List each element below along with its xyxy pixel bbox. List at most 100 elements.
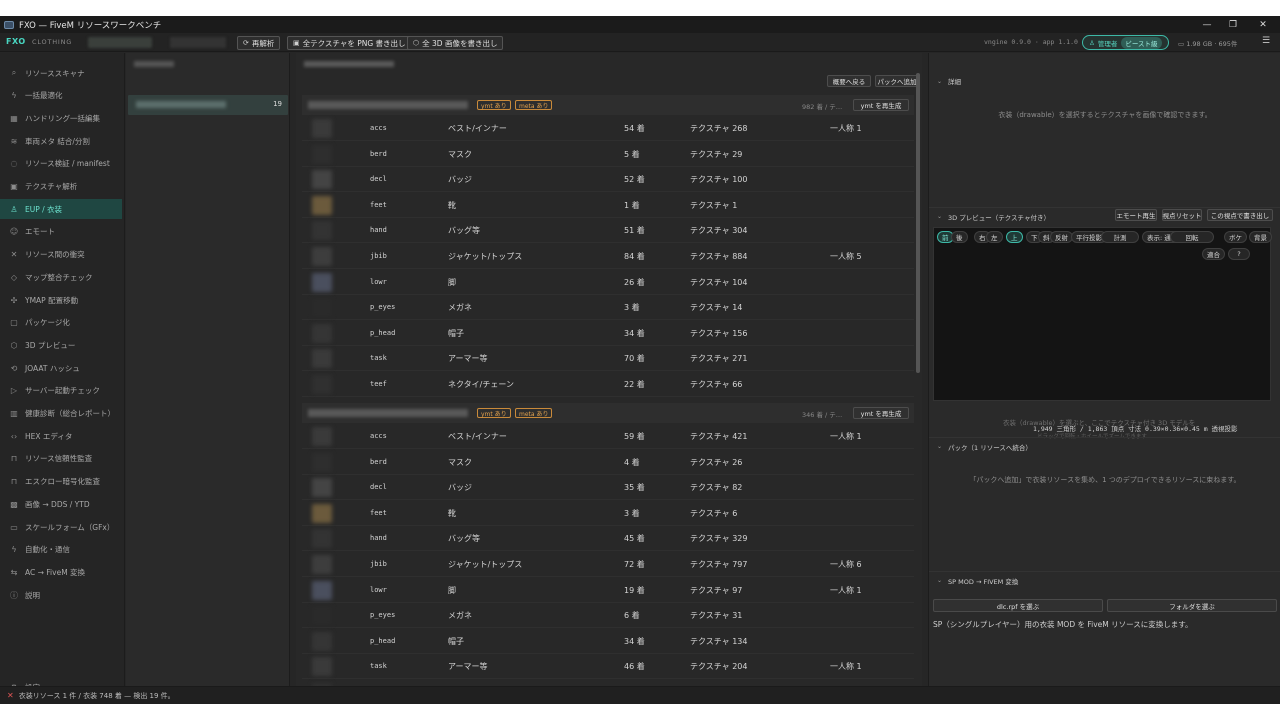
- texture-count: テクスチャ 204: [690, 662, 748, 672]
- nav-icon: ϟ: [11, 545, 17, 555]
- sidebar-item[interactable]: ✣ YMAP 配置移動: [0, 290, 122, 310]
- table-row[interactable]: feet 靴 1 着 テクスチャ 1: [302, 193, 914, 218]
- nav-icon: ♙: [10, 204, 18, 214]
- table-row[interactable]: teef ネクタイ/チェーン 22 着 テクスチャ 66: [302, 372, 914, 397]
- maximize-button[interactable]: ❐: [1216, 16, 1250, 33]
- table-row[interactable]: task アーマー等 70 着 テクスチャ 271: [302, 346, 914, 372]
- sidebar-item[interactable]: ⊓ リソース信頼性監査: [0, 449, 122, 469]
- sidebar-item[interactable]: ▦ ハンドリング一括編集: [0, 108, 122, 128]
- slot-code: teef: [370, 380, 387, 388]
- emote-play-button[interactable]: エモート再生: [1115, 209, 1157, 221]
- sidebar-item[interactable]: ⟲ JOAAT ハッシュ: [0, 358, 122, 378]
- nav-icon: ⬡: [10, 340, 18, 350]
- slot-name: 脚: [448, 585, 456, 595]
- texture-count: テクスチャ 97: [690, 585, 743, 595]
- view-chip[interactable]: 回転: [1170, 231, 1214, 243]
- table-row[interactable]: lowr 脚 26 着 テクスチャ 104: [302, 270, 914, 295]
- sidebar-item[interactable]: ☺ エモート: [0, 222, 122, 242]
- table-row[interactable]: berd マスク 4 着 テクスチャ 26: [302, 450, 914, 475]
- view-chip[interactable]: 上: [1006, 231, 1023, 243]
- sidebar-item-label: リソース間の衝突: [25, 250, 85, 260]
- sidebar-item[interactable]: ▣ テクスチャ解析: [0, 177, 122, 197]
- sidebar-item[interactable]: ⇆ AC → FiveM 変換: [0, 562, 122, 582]
- export-view-button[interactable]: この視点で書き出し: [1207, 209, 1273, 221]
- sidebar-item[interactable]: ϟ 自動化・通信: [0, 540, 122, 560]
- sidebar-item[interactable]: ▭ スケールフォーム（GFx）: [0, 517, 122, 537]
- table-row[interactable]: p_eyes メガネ 6 着 テクスチャ 31: [302, 603, 914, 629]
- sliders-icon[interactable]: ☰: [1262, 36, 1270, 46]
- sidebar-item[interactable]: ⓘ 説明: [0, 585, 122, 605]
- table-row[interactable]: accs ベスト/インナー 59 着 テクスチャ 421 一人称 1: [302, 424, 914, 449]
- view-chip[interactable]: ボケ: [1224, 231, 1247, 243]
- redacted-tab[interactable]: [170, 37, 226, 48]
- view-chip[interactable]: 左: [986, 231, 1003, 243]
- sidebar-item[interactable]: ◇ マップ整合チェック: [0, 267, 122, 287]
- table-row[interactable]: decl バッジ 52 着 テクスチャ 100: [302, 167, 914, 193]
- view-chip[interactable]: 適合: [1202, 248, 1225, 260]
- pack-section-header[interactable]: ⌄ パック（1 リソースへ統合）: [929, 437, 1280, 455]
- table-row[interactable]: decl バッジ 35 着 テクスチャ 82: [302, 475, 914, 501]
- detail-section-header[interactable]: ⌄ 詳細: [929, 72, 1280, 90]
- table-row[interactable]: p_eyes メガネ 3 着 テクスチャ 14: [302, 295, 914, 321]
- sidebar-item[interactable]: ▩ 画像 → DDS / YTD: [0, 494, 122, 514]
- admin-badge[interactable]: ♙ 管理者 ビースト級: [1082, 35, 1169, 50]
- sidebar-item-label: パッケージ化: [25, 318, 70, 328]
- view-chip[interactable]: ?: [1228, 248, 1250, 260]
- sidebar-item[interactable]: ♙ EUP / 衣装: [0, 199, 122, 220]
- table-row[interactable]: berd マスク 5 着 テクスチャ 29: [302, 142, 914, 167]
- redacted-tab[interactable]: [88, 37, 152, 48]
- sidebar-item[interactable]: ▢ パッケージ化: [0, 313, 122, 333]
- sidebar-item[interactable]: ⬡ 3D プレビュー: [0, 335, 122, 355]
- sidebar-item-label: 3D プレビュー: [25, 340, 76, 350]
- regen-ymt-button[interactable]: ymt を再生成: [853, 99, 909, 111]
- view-chip[interactable]: 反射: [1050, 231, 1073, 243]
- reanalyze-button[interactable]: ⟳ 再解析: [237, 36, 281, 50]
- table-row[interactable]: accs ベスト/インナー 54 着 テクスチャ 268 一人称 1: [302, 116, 914, 141]
- close-button[interactable]: ✕: [1246, 16, 1280, 33]
- regen-ymt-button[interactable]: ymt を再生成: [853, 407, 909, 419]
- table-row[interactable]: jbib ジャケット/トップス 84 着 テクスチャ 884 一人称 5: [302, 244, 914, 269]
- sidebar-item[interactable]: ϟ 一括最適化: [0, 86, 122, 106]
- sidebar-item[interactable]: ⊓ エスクロー暗号化監査: [0, 472, 122, 492]
- slot-name: 帽子: [448, 636, 464, 646]
- slot-name: ジャケット/トップス: [448, 560, 523, 569]
- slot-name: マスク: [448, 149, 472, 159]
- sidebar-item[interactable]: ▥ 健康診断（総合レポート）: [0, 404, 122, 424]
- slot-code: feet: [370, 508, 387, 517]
- choose-folder-button[interactable]: フォルダを選ぶ: [1107, 599, 1277, 612]
- choose-rpf-button[interactable]: dlc.rpf を選ぶ: [933, 599, 1103, 612]
- scrollbar[interactable]: [916, 73, 920, 373]
- table-row[interactable]: task アーマー等 46 着 テクスチャ 204 一人称 1: [302, 654, 914, 680]
- table-row[interactable]: hand バッグ等 51 着 テクスチャ 304: [302, 218, 914, 244]
- drawable-count: 54 着: [624, 124, 645, 133]
- sidebar-item[interactable]: ▷ サーバー起動チェック: [0, 381, 122, 401]
- sidebar-item[interactable]: ✕ リソース間の衝突: [0, 245, 122, 265]
- add-to-pack-button[interactable]: パックへ追加: [875, 75, 919, 87]
- table-row[interactable]: p_head 帽子 34 着 テクスチャ 156: [302, 321, 914, 346]
- 3d-viewport[interactable]: 前後右左上下斜反射 平行投影 計測 表示: 通常 回転 ボケ 背景 適合?: [933, 227, 1272, 401]
- table-row[interactable]: hand バッグ等 45 着 テクスチャ 329: [302, 526, 914, 552]
- back-to-overview-button[interactable]: 概要へ戻る: [827, 75, 871, 87]
- export-png-button[interactable]: ▣ 全テクスチャを PNG 書き出し: [287, 36, 412, 50]
- sidebar-item[interactable]: ≋ 車両メタ 結合/分割: [0, 131, 122, 151]
- resource-list-item[interactable]: 19: [128, 95, 288, 115]
- drawable-count: 46 着: [624, 662, 645, 672]
- sidebar-item-label: 健康診断（総合レポート）: [25, 409, 115, 418]
- table-row[interactable]: p_head 帽子 34 着 テクスチャ 134: [302, 629, 914, 654]
- group-name-redacted: [308, 409, 468, 417]
- view-chip[interactable]: 背景: [1249, 231, 1272, 243]
- sidebar-item[interactable]: ◌ リソース検証 / manifest: [0, 154, 122, 174]
- table-row[interactable]: feet 靴 3 着 テクスチャ 6: [302, 501, 914, 526]
- image-icon: ▣: [293, 39, 300, 47]
- view-reset-button[interactable]: 視点リセット: [1162, 209, 1202, 221]
- table-row[interactable]: jbib ジャケット/トップス 72 着 テクスチャ 797 一人称 6: [302, 552, 914, 577]
- sidebar-item[interactable]: ⌕ リソーススキャナ: [0, 63, 122, 83]
- view-chip[interactable]: 後: [951, 231, 968, 243]
- export-3d-button[interactable]: ⬡ 全 3D 画像を書き出し: [407, 36, 504, 50]
- view-chip[interactable]: 計測: [1101, 231, 1139, 243]
- table-row[interactable]: lowr 脚 19 着 テクスチャ 97 一人称 1: [302, 578, 914, 603]
- status-text: 衣装リソース 1 件 / 衣装 748 着 — 検出 19 件。: [18, 691, 175, 700]
- sp-section-header[interactable]: ⌄ SP MOD → FIVEM 変換: [929, 571, 1280, 589]
- sidebar-item[interactable]: ‹› HEX エディタ: [0, 426, 122, 446]
- slot-code: jbib: [370, 560, 387, 568]
